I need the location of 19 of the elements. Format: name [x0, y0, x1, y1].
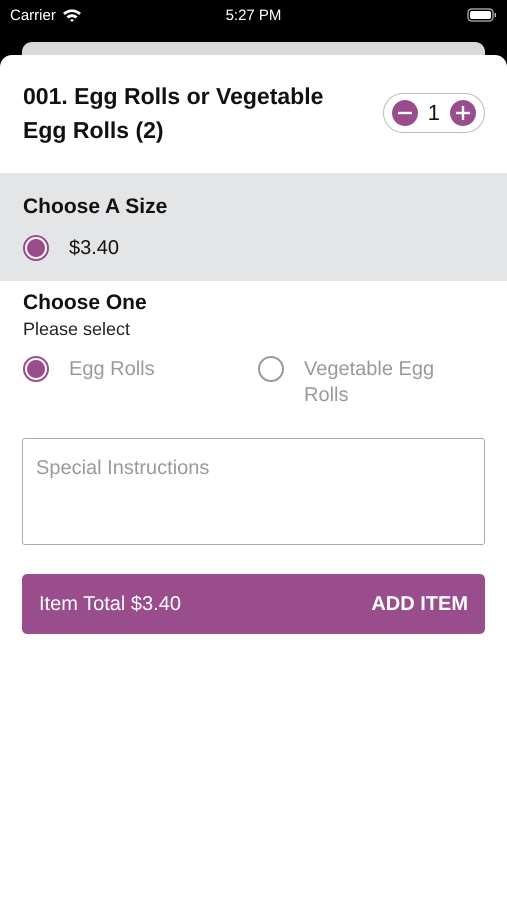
battery-icon — [467, 8, 497, 22]
add-item-button[interactable]: Item Total $3.40 ADD ITEM — [22, 574, 485, 634]
carrier-label: Carrier — [10, 6, 56, 24]
section-subtitle: Please select — [23, 319, 132, 340]
quantity-value: 1 — [428, 100, 440, 126]
section-heading: Choose A Size — [23, 195, 168, 219]
option-label: $3.40 — [69, 236, 120, 261]
section-heading: Choose One — [23, 291, 148, 315]
radio-button[interactable] — [23, 235, 49, 261]
radio-button[interactable] — [23, 356, 49, 382]
plus-icon[interactable] — [450, 100, 476, 126]
radio-button[interactable] — [258, 356, 284, 382]
minus-icon[interactable] — [392, 100, 418, 126]
item-title: 001. Egg Rolls or Vegetable Egg Rolls (2) — [23, 82, 324, 145]
instructions-field[interactable]: Special Instructions — [22, 438, 485, 545]
option-label: Vegetable Egg Rolls — [304, 357, 436, 408]
wifi-icon — [62, 8, 82, 22]
clock-time: 5:27 PM — [226, 6, 282, 24]
option-label: Egg Rolls — [69, 357, 155, 382]
